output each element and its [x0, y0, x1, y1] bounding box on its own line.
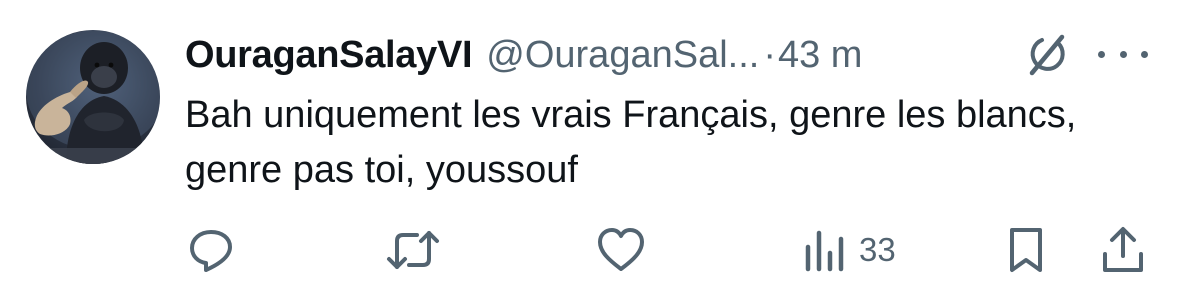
separator-dot: ·: [763, 33, 776, 76]
tweet-header: OuraganSalayVI @OuraganSal... · 43 m: [185, 28, 862, 82]
more-options-button[interactable]: [1098, 36, 1148, 72]
share-button[interactable]: [1100, 220, 1146, 280]
avatar-image: [26, 30, 160, 164]
tweet-text: Bah uniquement les vrais Français, genre…: [185, 94, 1077, 191]
bookmark-button[interactable]: [1006, 220, 1046, 280]
bookmark-icon: [1010, 228, 1042, 272]
user-handle[interactable]: @OuraganSal...: [486, 34, 759, 77]
heart-icon: [598, 228, 644, 271]
reply-icon: [190, 230, 232, 272]
tweet[interactable]: OuraganSalayVI @OuraganSal... · 43 m Bah…: [0, 0, 1178, 304]
grok-button[interactable]: [1022, 31, 1070, 79]
more-horizontal-icon: [1141, 50, 1148, 58]
views-button[interactable]: 33: [803, 220, 896, 280]
retweet-icon: [387, 231, 439, 269]
avatar[interactable]: [26, 30, 160, 164]
display-name[interactable]: OuraganSalayVI: [185, 34, 473, 77]
like-button[interactable]: [595, 220, 647, 280]
more-horizontal-icon: [1098, 50, 1105, 58]
analytics-icon: [805, 230, 844, 272]
reply-button[interactable]: [186, 220, 236, 280]
timestamp[interactable]: 43 m: [778, 34, 862, 77]
grok-icon: [1029, 34, 1065, 76]
action-bar: 33: [0, 220, 1178, 280]
views-count: 33: [859, 231, 896, 268]
retweet-button[interactable]: [385, 220, 441, 280]
more-horizontal-icon: [1119, 50, 1127, 58]
share-icon: [1103, 227, 1143, 272]
